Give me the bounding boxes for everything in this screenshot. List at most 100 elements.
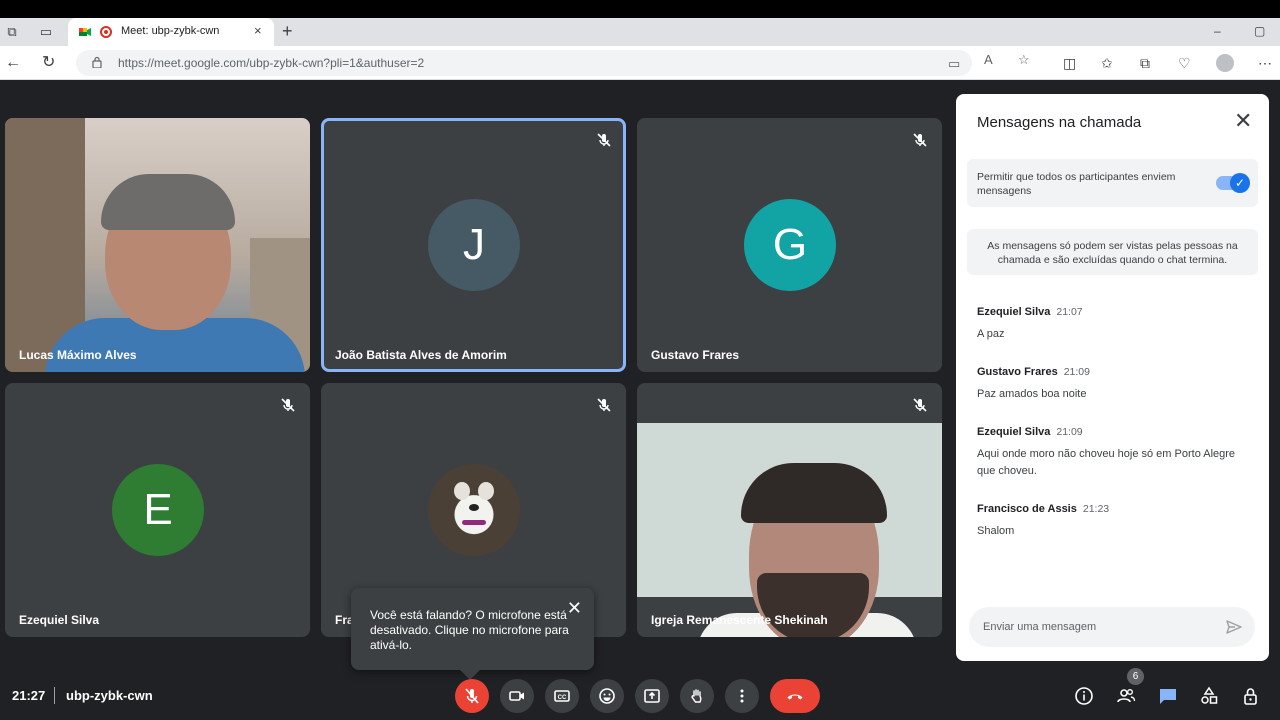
top-black-bar xyxy=(0,0,1280,18)
screen: ⧉ ▭ Meet: ubp-zybk-cwn × + – ▢ ← ↻ https… xyxy=(0,0,1280,720)
chat-input-box xyxy=(969,607,1255,647)
avatar: E xyxy=(112,464,204,556)
split-screen-icon[interactable]: ◫ xyxy=(1063,55,1076,72)
emoji-button[interactable] xyxy=(590,679,624,713)
participant-name: Igreja Remanescente Shekinah xyxy=(651,613,828,627)
favorites-icon[interactable]: ✩ xyxy=(1101,55,1113,72)
info-icon xyxy=(1075,687,1093,705)
chat-button[interactable] xyxy=(1157,685,1179,707)
message-sender: Gustavo Frares xyxy=(977,366,1058,378)
chat-close-button[interactable]: ✕ xyxy=(1234,110,1252,132)
mic-off-icon xyxy=(913,133,927,147)
raise-hand-button[interactable] xyxy=(680,679,714,713)
chat-message: Francisco de Assis 21:23 Shalom xyxy=(977,499,1247,540)
dog-collar xyxy=(462,520,486,525)
message-input[interactable] xyxy=(983,617,1203,637)
tab-title: Meet: ubp-zybk-cwn xyxy=(121,25,220,37)
more-icon[interactable]: ⋯ xyxy=(1258,55,1272,72)
send-icon[interactable] xyxy=(1225,618,1243,636)
browser-essentials-icon[interactable]: ♡ xyxy=(1178,55,1191,72)
maximize-button[interactable]: ▢ xyxy=(1254,24,1265,38)
participant-tile-igreja[interactable]: Igreja Remanescente Shekinah xyxy=(637,383,942,637)
mic-off-icon xyxy=(465,688,479,704)
url-field[interactable]: https://meet.google.com/ubp-zybk-cwn?pli… xyxy=(76,50,972,76)
favorite-icon[interactable]: ☆ xyxy=(1018,52,1030,68)
permit-label: Permitir que todos os participantes envi… xyxy=(977,171,1176,197)
message-time: 21:23 xyxy=(1082,503,1110,515)
collections-icon[interactable]: ⧉ xyxy=(1140,55,1150,72)
end-call-button[interactable] xyxy=(770,679,820,713)
new-tab-button[interactable]: + xyxy=(282,21,293,42)
chat-info-text: As mensagens só podem ser vistas pelas p… xyxy=(987,240,1238,266)
host-controls-icon xyxy=(1244,688,1257,705)
video-feed xyxy=(637,423,942,637)
refresh-icon[interactable]: ↻ xyxy=(42,54,55,72)
mic-off-icon xyxy=(281,398,295,412)
dog-ear xyxy=(454,482,470,500)
workspaces-icon[interactable]: ⧉ xyxy=(4,24,20,40)
emoji-icon xyxy=(599,688,615,704)
chat-title: Mensagens na chamada xyxy=(977,114,1142,131)
people-button[interactable] xyxy=(1115,685,1137,707)
url-text: https://meet.google.com/ubp-zybk-cwn?pli… xyxy=(118,56,425,70)
end-call-icon xyxy=(787,694,803,700)
message-text: Aqui onde moro não choveu hoje só em Por… xyxy=(977,448,1236,477)
message-text: A paz xyxy=(977,328,1005,340)
profile-icon[interactable] xyxy=(1216,54,1234,72)
mic-off-icon xyxy=(597,133,611,147)
chat-message: Gustavo Frares 21:09 Paz amados boa noite xyxy=(977,362,1247,403)
message-sender: Francisco de Assis xyxy=(977,503,1077,515)
activities-icon xyxy=(1201,686,1218,704)
participant-tile-gustavo[interactable]: G Gustavo Frares xyxy=(637,118,942,372)
recording-icon xyxy=(100,26,112,38)
meeting-code: ubp-zybk-cwn xyxy=(66,688,153,703)
more-options-button[interactable] xyxy=(725,679,759,713)
tooltip-close-button[interactable]: ✕ xyxy=(567,598,582,618)
camera-icon xyxy=(509,691,524,701)
message-text: Shalom xyxy=(977,525,1015,537)
video-person-hair xyxy=(741,463,887,523)
meet-favicon-icon xyxy=(79,28,91,36)
captions-icon: CC xyxy=(554,690,570,702)
activities-button[interactable] xyxy=(1198,685,1220,707)
message-time: 21:09 xyxy=(1056,426,1083,438)
present-icon xyxy=(644,689,660,703)
participant-name: João Batista Alves de Amorim xyxy=(335,348,507,362)
participant-tile-lucas[interactable]: Lucas Máximo Alves xyxy=(5,118,310,372)
tab-close-button[interactable]: × xyxy=(254,23,262,38)
mic-off-icon xyxy=(913,398,927,412)
chat-message: Ezequiel Silva 21:07 A paz xyxy=(977,302,1247,343)
address-bar: ← ↻ https://meet.google.com/ubp-zybk-cwn… xyxy=(0,46,1280,80)
camera-icon[interactable]: ▭ xyxy=(948,56,960,72)
message-time: 21:09 xyxy=(1063,366,1090,378)
avatar-photo xyxy=(428,464,520,556)
tooltip-text: Você está falando? O microfone está desa… xyxy=(370,608,569,652)
participant-tile-ezequiel[interactable]: E Ezequiel Silva xyxy=(5,383,310,637)
tab-strip: ⧉ ▭ Meet: ubp-zybk-cwn × + – ▢ xyxy=(0,18,1280,46)
dog-nose xyxy=(469,504,479,511)
read-aloud-icon[interactable]: A xyxy=(984,52,993,67)
tab-actions-icon[interactable]: ▭ xyxy=(38,24,54,40)
captions-button[interactable]: CC xyxy=(545,679,579,713)
meeting-details-button[interactable] xyxy=(1073,685,1095,707)
present-button[interactable] xyxy=(635,679,669,713)
permit-messages-toggle[interactable]: ✓ xyxy=(1216,173,1250,193)
avatar: G xyxy=(744,199,836,291)
chat-panel: Mensagens na chamada ✕ Permitir que todo… xyxy=(956,94,1269,661)
avatar: J xyxy=(428,199,520,291)
lock-icon xyxy=(92,56,102,68)
check-icon: ✓ xyxy=(1230,173,1250,193)
host-controls-button[interactable] xyxy=(1240,685,1262,707)
dog-ear xyxy=(478,482,494,500)
camera-toggle-button[interactable] xyxy=(500,679,534,713)
tab-meet[interactable]: Meet: ubp-zybk-cwn × xyxy=(68,18,274,46)
message-text: Paz amados boa noite xyxy=(977,388,1087,400)
minimize-button[interactable]: – xyxy=(1214,24,1221,38)
people-count-badge: 6 xyxy=(1127,668,1144,685)
mic-muted-tooltip: Você está falando? O microfone está desa… xyxy=(351,588,594,680)
back-icon[interactable]: ← xyxy=(5,54,21,72)
permit-messages-setting: Permitir que todos os participantes envi… xyxy=(967,159,1258,207)
more-options-icon xyxy=(740,689,744,703)
mic-toggle-button[interactable] xyxy=(455,679,489,713)
participant-tile-joao[interactable]: J João Batista Alves de Amorim xyxy=(321,118,626,372)
